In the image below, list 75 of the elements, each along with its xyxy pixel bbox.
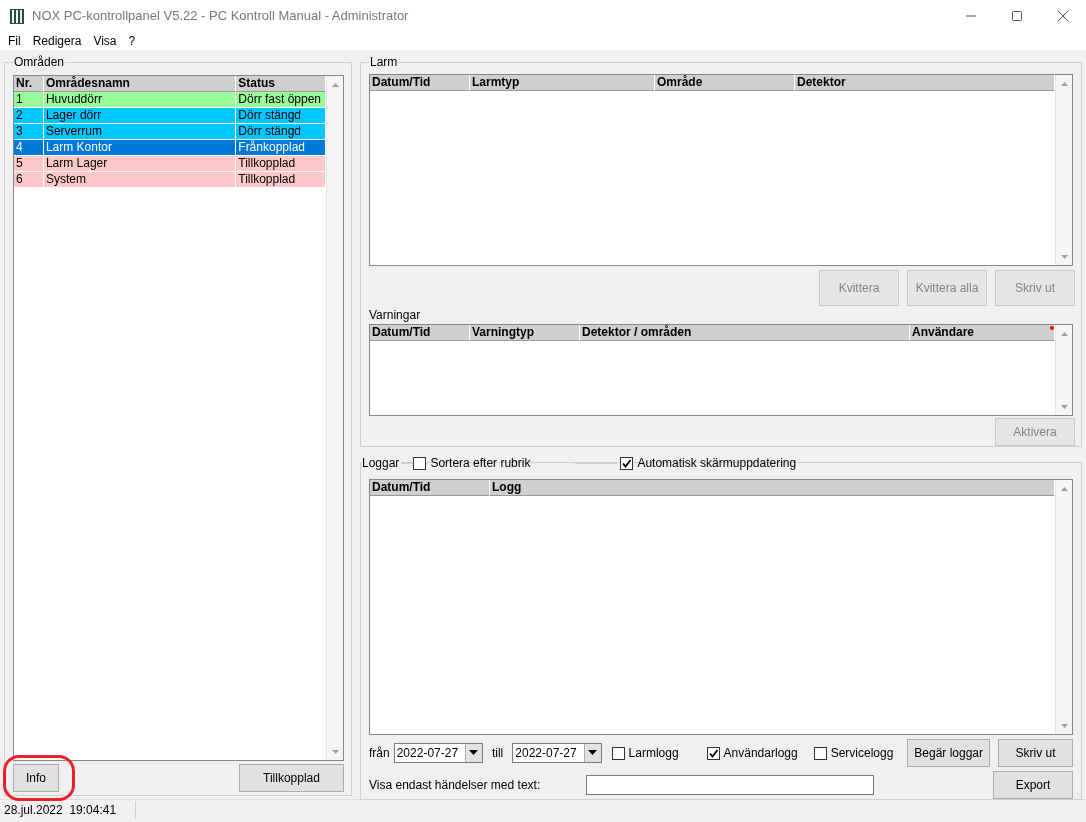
- table-row[interactable]: 4 Larm Kontor Frånkopplad: [14, 140, 326, 156]
- date-field[interactable]: 2022-07-27: [512, 743, 602, 763]
- dropdown-arrow-icon[interactable]: [588, 750, 598, 756]
- date-value: 2022-07-27: [396, 745, 459, 762]
- menu-item[interactable]: ?: [122, 32, 142, 50]
- column-header[interactable]: Område: [655, 75, 795, 91]
- text-filter-field[interactable]: [586, 775, 875, 795]
- menu-item[interactable]: Redigera: [26, 32, 88, 50]
- to-label: till: [491, 745, 504, 762]
- table-cell: Larm Kontor: [43, 140, 237, 155]
- checkbox[interactable]: [620, 456, 634, 470]
- column-header[interactable]: Logg: [490, 480, 1055, 496]
- column-header[interactable]: Datum/Tid: [370, 480, 490, 496]
- check-mark-icon: [707, 747, 719, 759]
- column-header[interactable]: Larmtyp: [470, 75, 655, 91]
- checkbox-label: Automatisk skärmuppdatering: [637, 455, 797, 472]
- checkbox[interactable]: [813, 746, 827, 760]
- app-logo-icon: [8, 7, 26, 25]
- button[interactable]: Begär loggar: [907, 739, 990, 767]
- column-header[interactable]: Datum/Tid: [370, 325, 470, 342]
- table-cell: 6: [14, 172, 44, 187]
- checkbox-label: Användarlogg: [723, 745, 798, 762]
- column-header[interactable]: Nr.: [14, 76, 44, 92]
- checkbox[interactable]: [611, 746, 625, 760]
- check-mark-icon: [621, 457, 633, 469]
- column-header[interactable]: Användare: [910, 325, 1055, 342]
- table-row[interactable]: 1 Huvuddörr Dörr fast öppen: [14, 92, 326, 108]
- scrollbar[interactable]: [1055, 325, 1072, 415]
- button[interactable]: Skriv ut: [997, 739, 1073, 767]
- window-title: NOX PC-kontrollpanel V5.22 - PC Kontroll Manual - Administrator: [32, 7, 410, 26]
- section-label: Varningar: [369, 307, 422, 325]
- checkbox[interactable]: [706, 746, 720, 760]
- status-text: 28.jul.2022 19:04:41: [0, 801, 136, 819]
- column-header[interactable]: Status: [236, 76, 326, 92]
- menu-item[interactable]: Visa: [87, 32, 123, 50]
- button[interactable]: Info: [13, 764, 59, 792]
- group-title: Larm: [369, 55, 399, 69]
- column-header[interactable]: Datum/Tid: [370, 75, 470, 91]
- checkbox-label: Servicelogg: [830, 745, 894, 762]
- column-header[interactable]: Områdesnamn: [43, 76, 237, 92]
- table-row[interactable]: 3 Serverrum Dörr stängd: [14, 124, 326, 140]
- scrollbar[interactable]: [1055, 75, 1072, 266]
- menu-item[interactable]: Fil: [2, 32, 27, 50]
- dropdown-arrow-icon[interactable]: [469, 750, 479, 756]
- scrollbar[interactable]: [1055, 480, 1072, 734]
- table-cell: Serverrum: [43, 124, 237, 139]
- filter-label: Visa endast händelser med text:: [369, 777, 541, 794]
- checkbox[interactable]: [413, 456, 427, 470]
- maximize-icon: [1011, 10, 1023, 22]
- checkbox-label: Larmlogg: [628, 745, 679, 762]
- table-cell: 2: [14, 108, 44, 123]
- button[interactable]: Export: [993, 771, 1073, 799]
- table-row[interactable]: 5 Larm Lager Tillkopplad: [14, 156, 326, 172]
- table-cell: 3: [14, 124, 44, 139]
- table-row[interactable]: 2 Lager dörr Dörr stängd: [14, 108, 326, 124]
- scrollbar[interactable]: [326, 76, 343, 760]
- column-header[interactable]: Varningtyp: [470, 325, 580, 342]
- close-icon: [1057, 10, 1069, 22]
- table-cell: 1: [14, 92, 44, 107]
- table-row[interactable]: 6 System Tillkopplad: [14, 172, 326, 188]
- table-cell: Larm Lager: [43, 156, 237, 171]
- column-header[interactable]: Detektor / områden: [580, 325, 910, 342]
- table-cell: 4: [14, 140, 44, 155]
- table-cell: Huvuddörr: [43, 92, 237, 107]
- group-title: Områden: [13, 55, 66, 69]
- table-cell: 5: [14, 156, 44, 171]
- date-value: 2022-07-27: [515, 745, 577, 762]
- date-field[interactable]: 2022-07-27: [393, 743, 483, 763]
- button[interactable]: Tillkopplad: [239, 764, 344, 792]
- from-label: från: [369, 745, 390, 762]
- column-header[interactable]: Detektor: [795, 75, 1055, 91]
- indicator-dot-icon: [1050, 326, 1054, 331]
- checkbox-label: Sortera efter rubrik: [430, 455, 531, 472]
- table-cell: Lager dörr: [43, 108, 237, 123]
- table-cell: System: [43, 172, 237, 187]
